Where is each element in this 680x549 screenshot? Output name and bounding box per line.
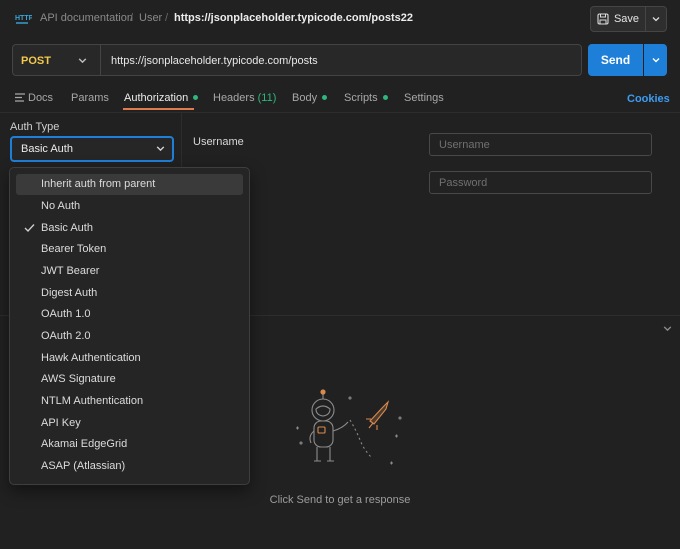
menu-item-label: NTLM Authentication [41,395,144,407]
status-dot [382,95,388,100]
chevron-down-icon[interactable] [662,323,673,334]
menu-item-inherit-auth[interactable]: Inherit auth from parent [16,174,243,195]
menu-item-oauth-2[interactable]: OAuth 2.0 [16,326,243,347]
save-button[interactable]: Save [590,6,646,32]
menu-item-label: No Auth [41,200,81,212]
auth-type-label: Auth Type [10,121,60,133]
menu-item-label: Bearer Token [41,243,107,255]
menu-item-label: Digest Auth [41,287,98,299]
menu-item-api-key[interactable]: API Key [16,413,243,434]
chevron-down-icon [652,58,659,63]
menu-item-label: Basic Auth [41,222,93,234]
tab-headers[interactable]: Headers (11) [213,92,276,104]
auth-type-value[interactable]: Basic Auth [21,143,73,155]
menu-item-label: OAuth 1.0 [41,308,91,320]
username-label: Username [193,136,244,148]
status-dot [193,95,199,100]
menu-item-ntlm-auth[interactable]: NTLM Authentication [16,391,243,412]
tab-label: Authorization [124,92,189,104]
password-input[interactable] [429,171,652,194]
menu-item-hawk-auth[interactable]: Hawk Authentication [16,348,243,369]
tab-label: Docs [28,92,54,104]
cookies-link[interactable]: Cookies [627,93,670,105]
menu-item-label: API Key [41,417,81,429]
chevron-down-icon[interactable] [77,55,88,66]
save-label: Save [613,13,640,25]
menu-item-label: AWS Signature [41,373,116,385]
headers-count: (11) [257,92,277,104]
auth-type-menu: Inherit auth from parent No Auth Basic A… [9,167,250,485]
tab-label: Scripts [344,92,378,104]
tab-settings[interactable]: Settings [404,92,444,104]
breadcrumb-separator: / [165,12,169,24]
tab-body[interactable]: Body [292,92,328,104]
http-request-icon: HTTP [15,15,32,24]
url-input[interactable]: https://jsonplaceholder.typicode.com/pos… [111,55,318,67]
username-input[interactable] [429,133,652,156]
breadcrumb-item-folder[interactable]: User [139,12,162,24]
menu-item-label: ASAP (Atlassian) [41,460,126,472]
tab-label: Body [292,92,318,104]
status-dot [322,95,328,100]
menu-item-label: Akamai EdgeGrid [41,438,128,450]
menu-item-no-auth[interactable]: No Auth [16,196,243,217]
menu-item-label: OAuth 2.0 [41,330,91,342]
menu-item-oauth-1[interactable]: OAuth 1.0 [16,304,243,325]
url-divider [100,45,101,75]
svg-text:HTTP: HTTP [15,15,32,22]
tab-authorization[interactable]: Authorization [124,92,199,104]
menu-item-digest-auth[interactable]: Digest Auth [16,283,243,304]
menu-item-jwt-bearer[interactable]: JWT Bearer [16,261,243,282]
active-tab-indicator [123,108,194,110]
menu-item-asap-atlassian[interactable]: ASAP (Atlassian) [16,456,243,477]
tabs-divider [0,112,680,113]
tab-label: Headers [213,92,255,104]
save-options-button[interactable] [645,6,667,32]
docs-icon [15,93,25,102]
breadcrumb-item-collection[interactable]: API documentation [40,12,133,24]
tab-docs[interactable]: Docs [15,92,53,104]
send-options-button[interactable] [644,44,667,76]
checkmark-icon [24,224,35,232]
menu-item-label: Inherit auth from parent [41,178,156,190]
method-select[interactable]: POST [21,55,51,67]
empty-response-message: Click Send to get a response [269,494,411,506]
request-name[interactable]: https://jsonplaceholder.typicode.com/pos… [174,12,413,24]
menu-item-basic-auth[interactable]: Basic Auth [16,218,243,239]
menu-item-akamai-edgegrid[interactable]: Akamai EdgeGrid [16,434,243,455]
menu-item-label: Hawk Authentication [41,352,141,364]
chevron-down-icon[interactable] [155,143,166,154]
breadcrumb-separator: / [130,12,134,24]
chevron-down-icon [652,17,660,22]
astronaut-illustration-icon [296,389,402,465]
tab-scripts[interactable]: Scripts [344,92,388,104]
save-icon [597,13,609,25]
send-button[interactable]: Send [588,44,643,76]
tab-params[interactable]: Params [71,92,109,104]
menu-item-label: JWT Bearer [41,265,100,277]
menu-item-bearer-token[interactable]: Bearer Token [16,239,243,260]
menu-item-aws-signature[interactable]: AWS Signature [16,369,243,390]
